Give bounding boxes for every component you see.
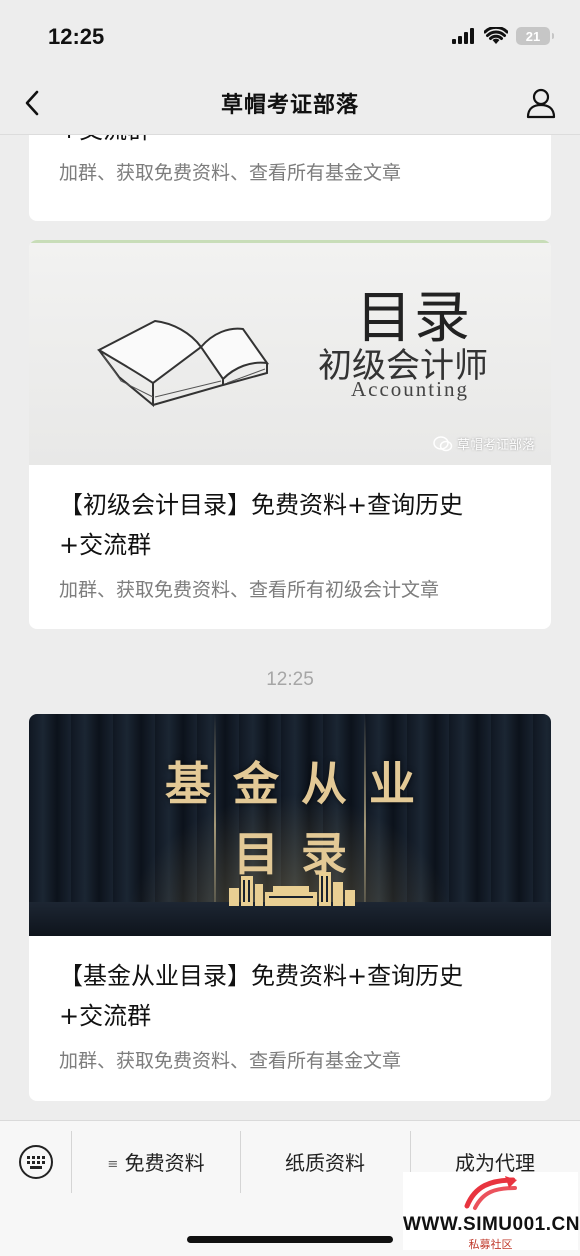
article-card-accounting[interactable]: 目录 初级会计师 Accounting 草帽考证部落 【初级会计目录】免费资料+… [29, 240, 551, 629]
status-bar: 12:25 21 [0, 0, 580, 72]
menu-item-label: 免费资料 [124, 1151, 205, 1175]
article-subtitle: 加群、获取免费资料、查看所有基金文章 [59, 1050, 402, 1072]
site-watermark: WWW.SIMU001.CN 私募社区 [403, 1172, 580, 1251]
site-url: WWW.SIMU001.CN [403, 1214, 580, 1235]
article-title-line2: +交流群 [59, 1002, 152, 1030]
article-feed: +交流群 加群、获取免费资料、查看所有基金文章 目录 初级会计师 Account… [0, 134, 580, 1120]
article-cover-image: 基金从业 目录 [29, 714, 551, 936]
article-title-line2: +交流群 [59, 531, 152, 559]
article-title-line1: 【初级会计目录】免费资料+查询历史 [59, 491, 464, 519]
cover-watermark-text: 草帽考证部落 [456, 438, 535, 453]
profile-icon[interactable] [524, 86, 558, 120]
article-cover-image: 目录 初级会计师 Accounting 草帽考证部落 [29, 240, 551, 465]
back-arrow-icon[interactable] [18, 86, 52, 120]
list-icon: ≡ [107, 1157, 119, 1172]
status-time: 12:25 [48, 24, 105, 49]
open-book-icon [96, 319, 270, 408]
city-skyline-icon [229, 872, 355, 906]
cover-english-label: Accounting [351, 377, 469, 401]
article-title: +交流群 [29, 134, 551, 150]
article-card-partial[interactable]: +交流群 加群、获取免费资料、查看所有基金文章 [29, 134, 551, 221]
page-title: 草帽考证部落 [220, 93, 359, 118]
battery-level: 21 [525, 28, 541, 44]
cellular-signal-icon [452, 28, 474, 44]
home-indicator[interactable] [187, 1236, 393, 1243]
battery-icon: 21 [516, 27, 554, 45]
keyboard-toggle-icon[interactable] [17, 1143, 55, 1181]
menu-item-label: 纸质资料 [285, 1151, 365, 1175]
cover-floor [29, 902, 551, 936]
cover-watermark: 草帽考证部落 [433, 434, 535, 453]
wechat-icon [433, 435, 453, 451]
article-card-fund[interactable]: 基金从业 目录 【基金从业目录】免费资料+查询历史 +交流群 加群、获取免费资料… [29, 714, 551, 1101]
menu-item-paper-materials[interactable]: 纸质资料 [241, 1147, 409, 1176]
cover-heading: 基金从业 [165, 757, 437, 811]
wifi-icon [484, 27, 508, 44]
site-subtitle: 私募社区 [468, 1238, 513, 1251]
article-title-line1: 【基金从业目录】免费资料+查询历史 [59, 962, 464, 990]
site-logo-icon [464, 1176, 517, 1210]
menu-item-free-materials[interactable]: ≡ 免费资料 [72, 1147, 240, 1176]
time-separator: 12:25 [266, 669, 314, 690]
nav-bar: 草帽考证部落 [0, 72, 580, 135]
status-icons: 21 [452, 27, 554, 45]
article-subtitle: 加群、获取免费资料、查看所有基金文章 [59, 162, 402, 184]
article-subtitle: 加群、获取免费资料、查看所有初级会计文章 [59, 579, 440, 601]
